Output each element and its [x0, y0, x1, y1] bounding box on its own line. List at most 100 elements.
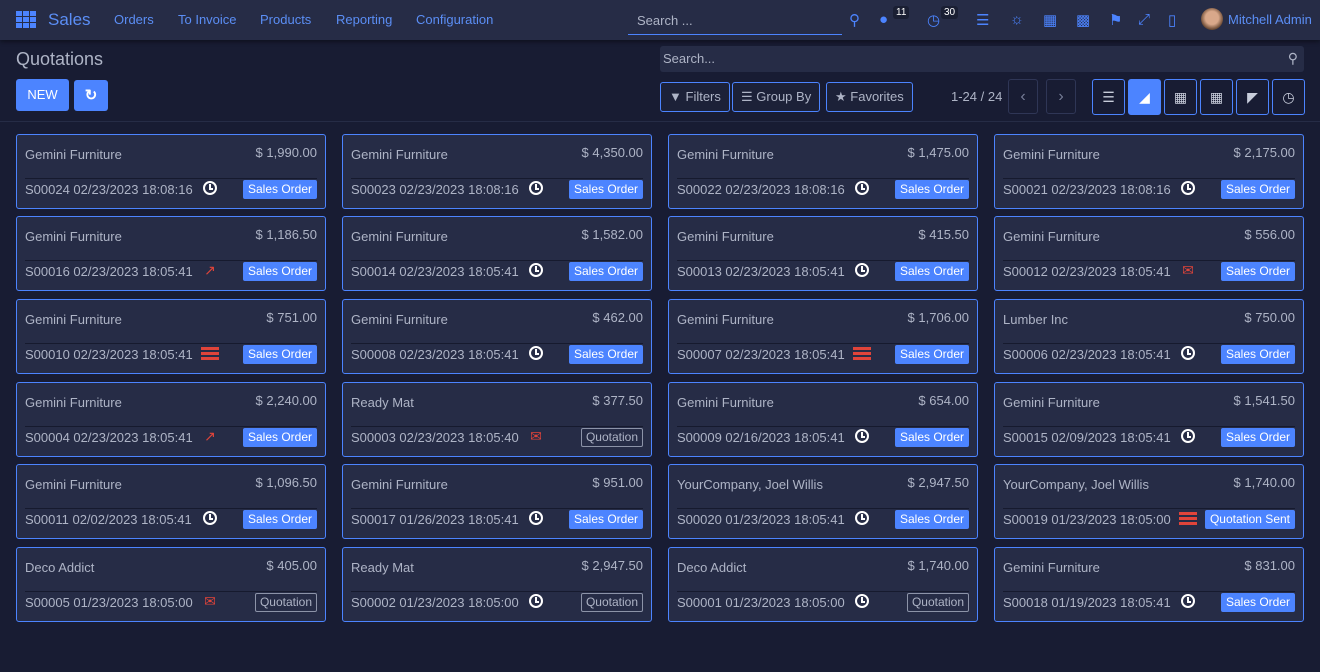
- view-calendar-button[interactable]: ▦: [1164, 79, 1197, 115]
- kanban-card[interactable]: Gemini Furniture $ 462.00 S00008 02/23/2…: [342, 299, 652, 374]
- new-button[interactable]: NEW: [16, 79, 69, 111]
- global-search-input[interactable]: Search ...: [628, 6, 842, 35]
- menu-products[interactable]: Products: [260, 12, 311, 27]
- activity-button[interactable]: [853, 428, 871, 444]
- activity-button[interactable]: [527, 262, 545, 278]
- search-icon[interactable]: ⚲: [1288, 50, 1298, 67]
- view-activity-button[interactable]: ◷: [1272, 79, 1305, 115]
- kanban-card[interactable]: Gemini Furniture $ 951.00 S00017 01/26/2…: [342, 464, 652, 539]
- view-list-button[interactable]: ☰: [1092, 79, 1125, 115]
- activity-button[interactable]: [853, 180, 871, 196]
- kanban-card[interactable]: Gemini Furniture $ 4,350.00 S00023 02/23…: [342, 134, 652, 209]
- company-building-icon[interactable]: ▯: [1168, 11, 1176, 29]
- view-kanban-button[interactable]: ◢: [1128, 79, 1161, 115]
- kanban-card[interactable]: YourCompany, Joel Willis $ 2,947.50 S000…: [668, 464, 978, 539]
- customer-name: Gemini Furniture: [1003, 147, 1100, 162]
- card-divider: [1003, 260, 1295, 261]
- menu-orders[interactable]: Orders: [114, 12, 154, 27]
- kanban-card[interactable]: Gemini Furniture $ 556.00 S00012 02/23/2…: [994, 216, 1304, 291]
- activity-button[interactable]: [201, 345, 219, 361]
- kanban-card[interactable]: Gemini Furniture $ 415.50 S00013 02/23/2…: [668, 216, 978, 291]
- filters-button[interactable]: ▼ Filters: [660, 82, 730, 112]
- kanban-card[interactable]: Gemini Furniture $ 751.00 S00010 02/23/2…: [16, 299, 326, 374]
- translate-icon[interactable]: ▩: [1076, 11, 1090, 29]
- apps-menu-icon[interactable]: [16, 11, 36, 28]
- refresh-button[interactable]: ↻: [74, 80, 108, 111]
- server-icon[interactable]: ☰: [976, 11, 989, 29]
- fullscreen-expand-icon[interactable]: ⤢: [1138, 11, 1150, 28]
- view-graph-button[interactable]: ◤: [1236, 79, 1269, 115]
- search-input[interactable]: Search... ⚲: [660, 46, 1304, 72]
- kanban-card[interactable]: Ready Mat $ 377.50 S00003 02/23/2023 18:…: [342, 382, 652, 457]
- card-divider: [677, 260, 969, 261]
- activity-button[interactable]: [853, 593, 871, 609]
- menu-configuration[interactable]: Configuration: [416, 12, 493, 27]
- pager-next-button[interactable]: ›: [1046, 79, 1076, 114]
- kanban-card[interactable]: Gemini Furniture $ 2,240.00 S00004 02/23…: [16, 382, 326, 457]
- card-divider: [677, 178, 969, 179]
- bookmark-icon[interactable]: ⚑: [1109, 11, 1122, 29]
- kanban-card[interactable]: Gemini Furniture $ 654.00 S00009 02/16/2…: [668, 382, 978, 457]
- activity-button[interactable]: [201, 510, 219, 526]
- kanban-card[interactable]: Gemini Furniture $ 1,706.00 S00007 02/23…: [668, 299, 978, 374]
- amount-total: $ 751.00: [266, 310, 317, 325]
- menu-to-invoice[interactable]: To Invoice: [178, 12, 237, 27]
- kanban-card[interactable]: Lumber Inc $ 750.00 S00006 02/23/2023 18…: [994, 299, 1304, 374]
- kanban-card[interactable]: Gemini Furniture $ 1,096.50 S00011 02/02…: [16, 464, 326, 539]
- menu-reporting[interactable]: Reporting: [336, 12, 392, 27]
- activity-button[interactable]: [527, 345, 545, 361]
- activity-button[interactable]: [853, 345, 871, 361]
- activity-button[interactable]: [1179, 180, 1197, 196]
- kanban-card[interactable]: Gemini Furniture $ 1,541.50 S00015 02/09…: [994, 382, 1304, 457]
- amount-total: $ 415.50: [918, 227, 969, 242]
- activity-button[interactable]: ✉: [1179, 262, 1197, 278]
- status-badge: Sales Order: [894, 428, 969, 447]
- kanban-card[interactable]: Deco Addict $ 405.00 S00005 01/23/2023 1…: [16, 547, 326, 622]
- status-badge: Sales Order: [894, 510, 969, 529]
- kanban-card[interactable]: Gemini Furniture $ 1,186.50 S00016 02/23…: [16, 216, 326, 291]
- kanban-card[interactable]: Gemini Furniture $ 1,475.00 S00022 02/23…: [668, 134, 978, 209]
- app-name[interactable]: Sales: [48, 10, 91, 30]
- amount-total: $ 750.00: [1244, 310, 1295, 325]
- kanban-card[interactable]: Gemini Furniture $ 1,990.00 S00024 02/23…: [16, 134, 326, 209]
- activity-clock-icon[interactable]: ◷: [927, 11, 940, 29]
- status-badge: Sales Order: [1220, 428, 1295, 447]
- activity-button[interactable]: [853, 262, 871, 278]
- kanban-card[interactable]: Gemini Furniture $ 1,582.00 S00014 02/23…: [342, 216, 652, 291]
- kanban-card[interactable]: Deco Addict $ 1,740.00 S00001 01/23/2023…: [668, 547, 978, 622]
- kanban-card[interactable]: Gemini Furniture $ 831.00 S00018 01/19/2…: [994, 547, 1304, 622]
- activity-button[interactable]: ✉: [527, 428, 545, 444]
- order-reference-date: S00006 02/23/2023 18:05:41: [1003, 347, 1171, 362]
- server-icon: [853, 347, 871, 360]
- star-icon: ★: [835, 89, 847, 104]
- activity-button[interactable]: [1179, 593, 1197, 609]
- activity-button[interactable]: [527, 593, 545, 609]
- pager-value[interactable]: 1-24 / 24: [951, 89, 1002, 104]
- activity-button[interactable]: [527, 180, 545, 196]
- activity-button[interactable]: [527, 510, 545, 526]
- kanban-card[interactable]: Ready Mat $ 2,947.50 S00002 01/23/2023 1…: [342, 547, 652, 622]
- activity-button[interactable]: ✉: [201, 593, 219, 609]
- theme-toggle-icon[interactable]: ☼: [1010, 11, 1024, 28]
- order-reference-date: S00014 02/23/2023 18:05:41: [351, 264, 519, 279]
- activity-button[interactable]: ↗: [201, 262, 219, 278]
- group-by-button[interactable]: ☰ Group By: [732, 82, 821, 112]
- kanban-card[interactable]: Gemini Furniture $ 2,175.00 S00021 02/23…: [994, 134, 1304, 209]
- activity-button[interactable]: [201, 180, 219, 196]
- search-icon[interactable]: ⚲: [849, 11, 860, 29]
- kanban-card[interactable]: YourCompany, Joel Willis $ 1,740.00 S000…: [994, 464, 1304, 539]
- activity-button[interactable]: [853, 510, 871, 526]
- favorites-button[interactable]: ★ Favorites: [826, 82, 913, 112]
- user-menu[interactable]: Mitchell Admin: [1228, 12, 1312, 27]
- activity-button[interactable]: [1179, 510, 1197, 526]
- chat-icon[interactable]: ●: [879, 11, 888, 28]
- activity-button[interactable]: [1179, 345, 1197, 361]
- view-pivot-button[interactable]: ▦: [1200, 79, 1233, 115]
- activity-button[interactable]: [1179, 428, 1197, 444]
- activity-button[interactable]: ↗: [201, 428, 219, 444]
- status-badge: Quotation: [254, 593, 317, 612]
- amount-total: $ 1,096.50: [255, 475, 317, 490]
- calculator-icon[interactable]: ▦: [1043, 11, 1057, 29]
- pager-previous-button[interactable]: ‹: [1008, 79, 1038, 114]
- avatar[interactable]: [1201, 8, 1223, 30]
